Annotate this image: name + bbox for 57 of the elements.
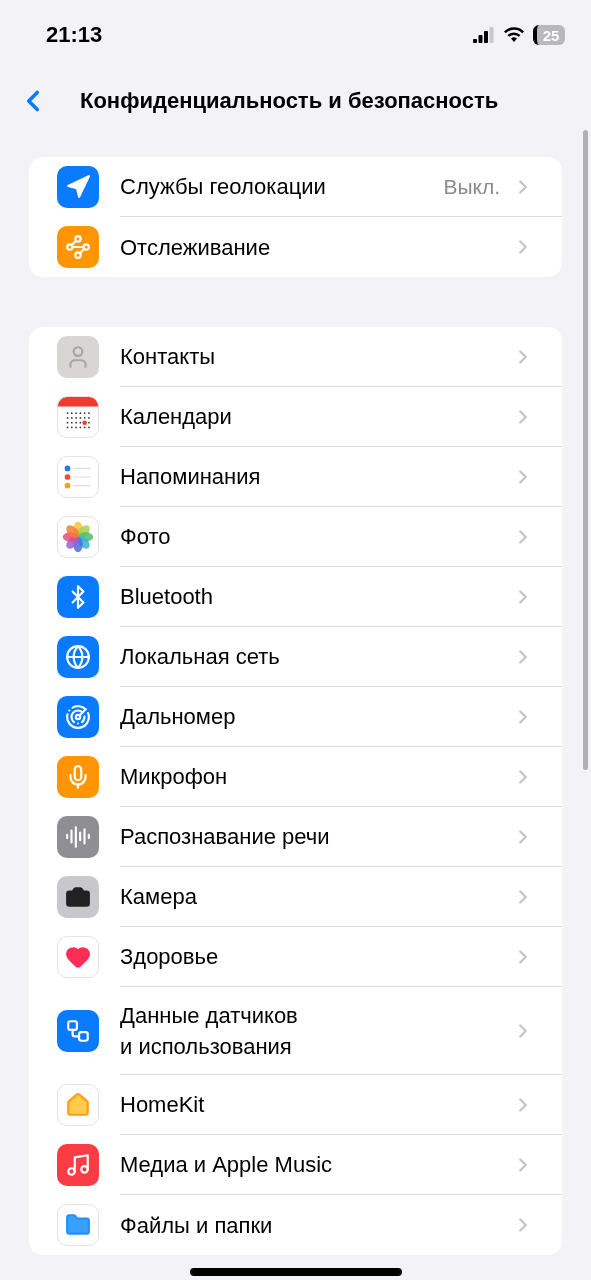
row-label: Службы геолокации xyxy=(120,173,327,201)
list-icon xyxy=(57,456,99,498)
microphone-icon xyxy=(57,756,99,798)
row-label: Распознавание речи xyxy=(120,823,331,851)
network-icon xyxy=(57,636,99,678)
row-label: HomeKit xyxy=(120,1091,206,1119)
row-value: Выкл. xyxy=(443,174,500,199)
row-label: Фото xyxy=(120,523,172,551)
settings-row[interactable]: Отслеживание xyxy=(29,217,562,277)
settings-row[interactable]: Фото xyxy=(29,507,562,567)
contacts-icon xyxy=(57,336,99,378)
row-label: Контакты xyxy=(120,343,217,371)
settings-row[interactable]: Напоминания xyxy=(29,447,562,507)
health-icon xyxy=(57,936,99,978)
row-label: Здоровье xyxy=(120,943,220,971)
row-label: Календари xyxy=(120,403,233,431)
bluetooth-icon xyxy=(57,576,99,618)
row-label: Медиа и Apple Music xyxy=(120,1151,334,1179)
row-label: Дальномер xyxy=(120,703,237,731)
settings-row[interactable]: Службы геолокации Выкл. xyxy=(29,157,562,217)
row-label: Данные датчиков и использования xyxy=(120,1001,299,1061)
ranging-icon xyxy=(57,696,99,738)
settings-row[interactable]: Локальная сеть xyxy=(29,627,562,687)
tracking-icon xyxy=(57,226,99,268)
settings-row[interactable]: HomeKit xyxy=(29,1075,562,1135)
signal-icon xyxy=(473,27,495,43)
settings-row[interactable]: Bluetooth xyxy=(29,567,562,627)
homekit-icon xyxy=(57,1084,99,1126)
settings-row[interactable]: Распознавание речи xyxy=(29,807,562,867)
row-label: Файлы и папки xyxy=(120,1211,274,1240)
settings-row[interactable]: Данные датчиков и использования xyxy=(29,987,562,1075)
row-label: Напоминания xyxy=(120,463,262,491)
settings-row[interactable]: Здоровье xyxy=(29,927,562,987)
sensor-icon xyxy=(57,1010,99,1052)
wifi-icon xyxy=(503,27,525,43)
settings-row[interactable]: Медиа и Apple Music xyxy=(29,1135,562,1195)
row-label: Bluetooth xyxy=(120,583,214,611)
clock: 21:13 xyxy=(46,22,103,48)
flower-icon xyxy=(57,516,99,558)
row-label: Отслеживание xyxy=(120,233,272,262)
settings-row[interactable]: Камера xyxy=(29,867,562,927)
settings-row[interactable]: Файлы и папки xyxy=(29,1195,562,1255)
camera-icon xyxy=(57,876,99,918)
settings-row[interactable]: Дальномер xyxy=(29,687,562,747)
settings-row[interactable]: Микрофон xyxy=(29,747,562,807)
row-label: Локальная сеть xyxy=(120,643,281,671)
settings-row[interactable]: Контакты xyxy=(29,327,562,387)
calendar-icon xyxy=(57,396,99,438)
music-icon xyxy=(57,1144,99,1186)
row-label: Камера xyxy=(120,883,198,911)
files-icon xyxy=(57,1204,99,1246)
row-label: Микрофон xyxy=(120,763,229,791)
location-icon xyxy=(57,166,99,208)
battery-indicator: 25 xyxy=(533,25,565,45)
settings-row[interactable]: Календари xyxy=(29,387,562,447)
speech-icon xyxy=(57,816,99,858)
page-title: Конфиденциальность и безопасность xyxy=(80,88,499,114)
